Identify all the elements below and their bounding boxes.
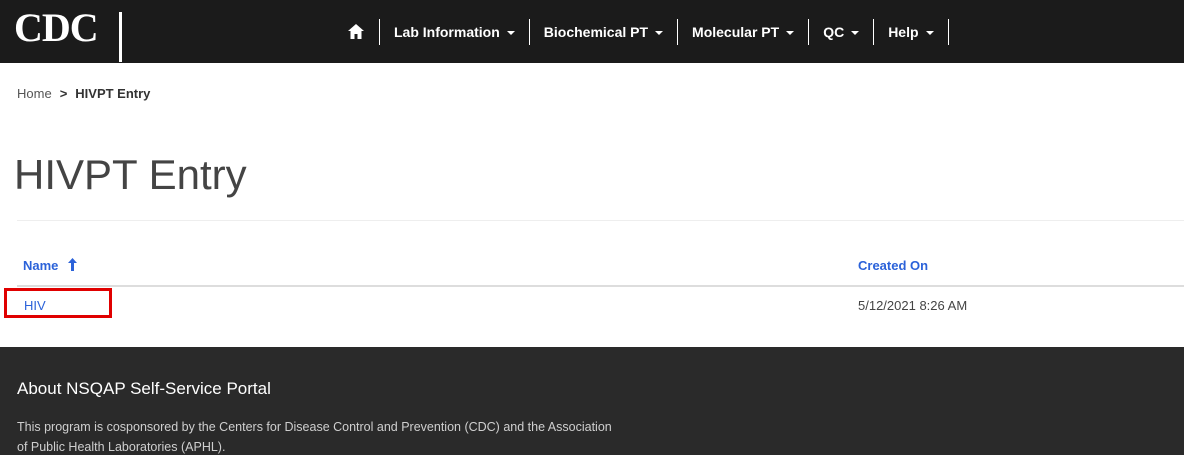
nav-biochemical-pt[interactable]: Biochemical PT (530, 24, 677, 40)
nav-label: QC (823, 23, 845, 40)
breadcrumb: Home > HIVPT Entry (17, 86, 150, 101)
footer: About NSQAP Self-Service Portal This pro… (0, 347, 1184, 455)
breadcrumb-home[interactable]: Home (17, 86, 52, 101)
home-icon[interactable] (346, 23, 366, 41)
column-header-label: Created On (858, 258, 929, 273)
nav-label: Biochemical PT (543, 23, 649, 40)
caret-down-icon (925, 30, 934, 35)
caret-down-icon (506, 30, 515, 35)
breadcrumb-separator: > (59, 86, 68, 101)
caret-down-icon (655, 30, 664, 35)
nav-label: Help (888, 23, 919, 40)
footer-text: This program is cosponsored by the Cente… (17, 420, 612, 454)
logo-bar (119, 12, 122, 62)
title-divider (17, 220, 1184, 221)
column-header-label: Name (23, 258, 59, 273)
breadcrumb-current: HIVPT Entry (75, 86, 151, 101)
top-navbar: CDC Lab Information Biochemical PT Molec… (0, 0, 1184, 63)
table-header-divider (17, 285, 1184, 287)
column-header-name[interactable]: Name (23, 258, 78, 273)
caret-down-icon (851, 30, 860, 35)
table-row-created-on: 5/12/2021 8:26 AM (858, 298, 968, 313)
nav-label: Molecular PT (692, 23, 780, 40)
column-header-created-on[interactable]: Created On (858, 258, 928, 273)
nav-qc[interactable]: QC (809, 24, 873, 40)
main-nav: Lab Information Biochemical PT Molecular… (332, 0, 949, 63)
nav-divider (947, 18, 949, 45)
table-row-name-link[interactable]: HIV (24, 298, 46, 313)
highlight-box (4, 288, 112, 318)
nav-label: Lab Information (394, 23, 500, 40)
footer-title: About NSQAP Self-Service Portal (17, 379, 271, 398)
page-title: HIVPT Entry (14, 151, 247, 198)
nav-lab-information[interactable]: Lab Information (380, 24, 529, 40)
caret-down-icon (786, 30, 795, 35)
cdc-logo[interactable]: CDC (10, 5, 122, 62)
arrow-up-icon (68, 258, 78, 271)
nav-molecular-pt[interactable]: Molecular PT (678, 24, 808, 40)
nav-help[interactable]: Help (874, 24, 947, 40)
logo-text: CDC (14, 5, 99, 50)
